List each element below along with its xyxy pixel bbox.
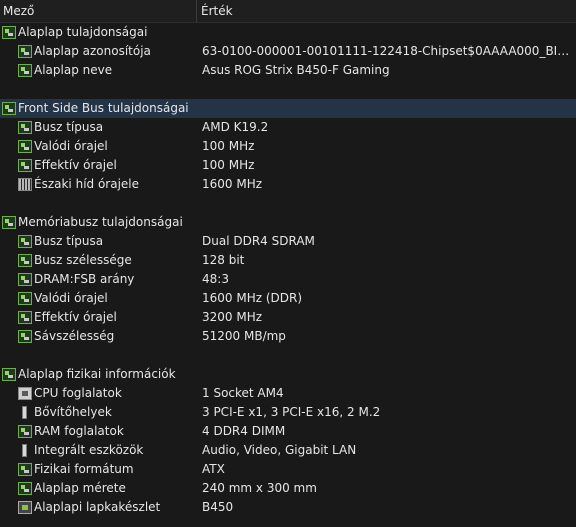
property-row[interactable]: Valódi órajel 1600 MHz (DDR): [0, 289, 576, 308]
property-label: CPU foglalatok: [34, 386, 122, 400]
property-row[interactable]: Integrált eszközök Audio, Video, Gigabit …: [0, 441, 576, 460]
property-value: 4 DDR4 DIMM: [202, 424, 286, 438]
motherboard-icon: [2, 368, 16, 381]
motherboard-icon: [18, 292, 32, 305]
column-header: Mező Érték: [0, 0, 576, 23]
column-divider[interactable]: [196, 0, 197, 22]
property-row[interactable]: Bővítőhelyek 3 PCI-E x1, 3 PCI-E x16, 2 M…: [0, 403, 576, 422]
group-label: Front Side Bus tulajdonságai: [18, 101, 189, 115]
property-value: 3 PCI-E x1, 3 PCI-E x16, 2 M.2: [202, 405, 381, 419]
property-row[interactable]: Sávszélesség 51200 MB/mp: [0, 327, 576, 346]
property-label: Valódi órajel: [34, 291, 108, 305]
motherboard-icon: [18, 140, 32, 153]
motherboard-icon: [18, 121, 32, 134]
memory-icon: [2, 216, 16, 229]
property-value: 3200 MHz: [202, 310, 263, 324]
property-label: Fizikai formátum: [34, 462, 134, 476]
group-row[interactable]: Front Side Bus tulajdonságai: [0, 99, 576, 118]
property-row[interactable]: CPU foglalatok 1 Socket AM4: [0, 384, 576, 403]
group-label: Memóriabusz tulajdonságai: [18, 215, 183, 229]
motherboard-icon: [18, 311, 32, 324]
property-value: 1600 MHz: [202, 177, 263, 191]
property-label: Alaplapi lapkakészlet: [34, 500, 161, 514]
motherboard-icon: [18, 45, 32, 58]
property-value: 100 MHz: [202, 139, 255, 153]
property-label: Integrált eszközök: [34, 443, 144, 457]
motherboard-icon: [18, 64, 32, 77]
property-row[interactable]: Busz szélessége 128 bit: [0, 251, 576, 270]
property-value: 1 Socket AM4: [202, 386, 284, 400]
property-row[interactable]: Busz típusa AMD K19.2: [0, 118, 576, 137]
motherboard-icon: [2, 102, 16, 115]
motherboard-icon: [18, 482, 32, 495]
group-label: Alaplap fizikai információk: [18, 367, 176, 381]
property-row[interactable]: Alaplap azonosítója 63-0100-000001-001011…: [0, 42, 576, 61]
property-value: Asus ROG Strix B450-F Gaming: [202, 63, 390, 77]
bar-chart-icon: [18, 178, 32, 191]
property-row[interactable]: Busz típusa Dual DDR4 SDRAM: [0, 232, 576, 251]
property-label: Busz típusa: [34, 234, 104, 248]
property-value: 48:3: [202, 272, 229, 286]
property-row[interactable]: Effektív órajel 100 MHz: [0, 156, 576, 175]
property-row[interactable]: Valódi órajel 100 MHz: [0, 137, 576, 156]
column-header-value[interactable]: Érték: [201, 0, 233, 22]
property-value: 63-0100-000001-00101111-122418-Chipset$0…: [202, 44, 572, 58]
property-row[interactable]: Északi híd órajele 1600 MHz: [0, 175, 576, 194]
property-value: B450: [202, 500, 234, 514]
property-value: ATX: [202, 462, 225, 476]
property-row[interactable]: Alaplap neve Asus ROG Strix B450-F Gaming: [0, 61, 576, 80]
cpu-icon: [18, 387, 32, 400]
property-label: Busz típusa: [34, 120, 104, 134]
property-row[interactable]: Fizikai formátum ATX: [0, 460, 576, 479]
motherboard-icon: [18, 235, 32, 248]
memory-icon: [18, 425, 32, 438]
property-label: Alaplap neve: [34, 63, 113, 77]
motherboard-icon: [18, 159, 32, 172]
property-value: 1600 MHz (DDR): [202, 291, 303, 305]
property-value: 128 bit: [202, 253, 245, 267]
property-value: 51200 MB/mp: [202, 329, 286, 343]
group-row[interactable]: Alaplap tulajdonságai: [0, 23, 576, 42]
motherboard-icon: [18, 254, 32, 267]
property-label: DRAM:FSB arány: [34, 272, 135, 286]
property-value: 100 MHz: [202, 158, 255, 172]
property-label: Busz szélessége: [34, 253, 132, 267]
property-label: Effektív órajel: [34, 310, 117, 324]
property-value: Audio, Video, Gigabit LAN: [202, 443, 357, 457]
motherboard-icon: [18, 463, 32, 476]
column-header-field[interactable]: Mező: [3, 0, 34, 22]
property-label: RAM foglalatok: [34, 424, 124, 438]
property-row[interactable]: Alaplapi lapkakészlet B450: [0, 498, 576, 517]
property-label: Bővítőhelyek: [34, 405, 112, 419]
motherboard-icon: [2, 26, 16, 39]
property-row[interactable]: Alaplap mérete 240 mm x 300 mm: [0, 479, 576, 498]
group-row[interactable]: Alaplap fizikai információk: [0, 365, 576, 384]
property-label: Sávszélesség: [34, 329, 115, 343]
property-row[interactable]: DRAM:FSB arány 48:3: [0, 270, 576, 289]
property-value: Dual DDR4 SDRAM: [202, 234, 315, 248]
property-value: 240 mm x 300 mm: [202, 481, 317, 495]
property-label: Effektív órajel: [34, 158, 117, 172]
property-label: Valódi órajel: [34, 139, 108, 153]
slot-icon: [18, 444, 32, 457]
property-label: Északi híd órajele: [34, 177, 140, 191]
property-row[interactable]: RAM foglalatok 4 DDR4 DIMM: [0, 422, 576, 441]
property-label: Alaplap azonosítója: [34, 44, 151, 58]
chip-icon: [18, 501, 32, 514]
motherboard-icon: [18, 273, 32, 286]
property-value: AMD K19.2: [202, 120, 269, 134]
property-label: Alaplap mérete: [34, 481, 126, 495]
motherboard-icon: [18, 330, 32, 343]
property-row[interactable]: Effektív órajel 3200 MHz: [0, 308, 576, 327]
group-row[interactable]: Memóriabusz tulajdonságai: [0, 213, 576, 232]
group-label: Alaplap tulajdonságai: [18, 25, 148, 39]
slot-icon: [18, 406, 32, 419]
